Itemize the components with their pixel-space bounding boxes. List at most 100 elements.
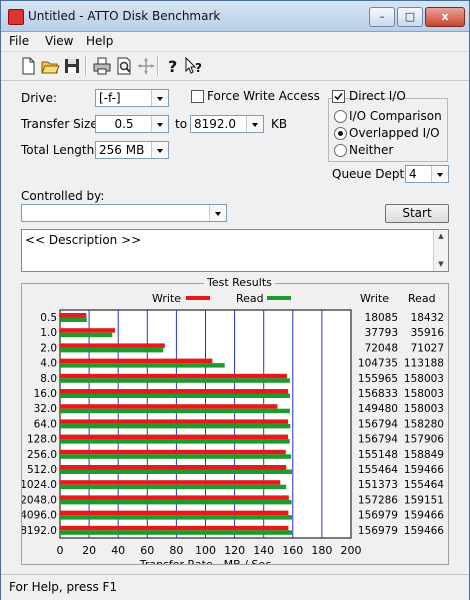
- status-text: For Help, press F1: [9, 580, 118, 594]
- read-bar: [60, 393, 290, 398]
- x-axis-label: Transfer Rate - MB / Sec: [139, 558, 271, 564]
- queue-depth-label: Queue Depth:: [332, 167, 416, 181]
- scroll-down-icon[interactable]: ▼: [434, 260, 448, 268]
- title-bar[interactable]: Untitled - ATTO Disk Benchmark – □ x: [1, 1, 469, 32]
- write-value: 156979: [358, 525, 398, 537]
- legend-read-swatch: [267, 296, 291, 300]
- column-header-read: Read: [408, 292, 436, 305]
- chevron-down-icon[interactable]: [431, 166, 448, 182]
- force-write-label[interactable]: Force Write Access: [207, 89, 320, 103]
- write-value: 155148: [358, 449, 398, 461]
- read-value: 159466: [404, 464, 444, 476]
- start-button[interactable]: Start: [385, 204, 449, 223]
- neither-radio[interactable]: [334, 144, 347, 157]
- direct-io-checkbox[interactable]: [332, 90, 345, 103]
- category-label: 32.0: [34, 403, 57, 415]
- read-value: 158003: [404, 373, 444, 385]
- x-tick-label: 140: [253, 544, 274, 557]
- read-bar: [60, 363, 225, 368]
- window-title: Untitled - ATTO Disk Benchmark: [28, 9, 221, 23]
- print-icon[interactable]: [91, 55, 113, 77]
- read-bar: [60, 499, 292, 505]
- context-help-icon[interactable]: ?: [183, 55, 205, 77]
- controlled-by-select[interactable]: [21, 204, 227, 222]
- move-icon[interactable]: [135, 55, 157, 77]
- write-value: 156794: [358, 418, 398, 430]
- write-bar: [60, 495, 289, 500]
- io-comparison-radio[interactable]: [334, 110, 347, 123]
- read-value: 158003: [404, 388, 444, 400]
- description-text: << Description >>: [25, 233, 142, 247]
- category-label: 8.0: [40, 373, 57, 385]
- category-label: 128.0: [27, 434, 57, 446]
- read-value: 71027: [411, 342, 444, 354]
- read-bar: [60, 408, 290, 414]
- help-icon[interactable]: ?: [161, 55, 183, 77]
- legend-read-label: Read: [236, 292, 264, 305]
- category-label: 4.0: [40, 358, 57, 370]
- write-bar: [60, 525, 289, 531]
- description-box[interactable]: << Description >> ▲ ▼: [21, 229, 449, 272]
- read-bar: [60, 530, 293, 535]
- chevron-down-icon[interactable]: [151, 90, 168, 106]
- force-write-checkbox[interactable]: [191, 90, 204, 103]
- write-value: 72048: [365, 342, 398, 354]
- write-bar: [60, 389, 289, 394]
- write-bar: [60, 449, 286, 455]
- chevron-down-icon[interactable]: [151, 116, 168, 132]
- chevron-down-icon[interactable]: [246, 116, 263, 132]
- category-label: 1024.0: [22, 479, 57, 491]
- write-bar: [60, 343, 165, 348]
- total-length-select[interactable]: 256 MB: [95, 141, 169, 159]
- category-label: 256.0: [27, 449, 57, 461]
- column-header-write: Write: [360, 292, 389, 305]
- x-tick-label: 160: [282, 544, 303, 557]
- toolbar: ? ?: [1, 51, 469, 81]
- write-value: 151373: [358, 479, 398, 491]
- transfer-to-select[interactable]: 8192.0: [190, 115, 264, 133]
- category-label: 1.0: [40, 327, 57, 339]
- transfer-size-label: Transfer Size:: [21, 117, 102, 131]
- menu-file[interactable]: File: [9, 34, 29, 48]
- read-value: 158003: [404, 403, 444, 415]
- menu-help[interactable]: Help: [86, 34, 113, 48]
- close-button[interactable]: x: [425, 7, 465, 27]
- write-bar: [60, 313, 87, 318]
- io-comparison-label[interactable]: I/O Comparison: [349, 109, 442, 123]
- write-bar: [60, 419, 289, 424]
- chevron-down-icon[interactable]: [209, 205, 226, 221]
- read-bar: [60, 317, 87, 322]
- x-tick-label: 120: [224, 544, 245, 557]
- open-icon[interactable]: [39, 55, 61, 77]
- x-tick-label: 20: [82, 544, 96, 557]
- transfer-from-select[interactable]: 0.5: [95, 115, 169, 133]
- chevron-down-icon[interactable]: [151, 142, 168, 158]
- write-value: 18085: [365, 312, 398, 324]
- print-preview-icon[interactable]: [113, 55, 135, 77]
- scroll-up-icon[interactable]: ▲: [434, 232, 448, 240]
- x-tick-label: 60: [140, 544, 154, 557]
- description-scrollbar[interactable]: ▲ ▼: [433, 230, 448, 271]
- drive-select[interactable]: [-f-]: [95, 89, 169, 107]
- read-value: 159466: [404, 510, 444, 522]
- queue-depth-select[interactable]: 4: [405, 165, 449, 183]
- new-icon[interactable]: [17, 55, 39, 77]
- overlapped-io-radio[interactable]: [334, 127, 347, 140]
- category-label: 4096.0: [22, 510, 57, 522]
- neither-label[interactable]: Neither: [349, 143, 393, 157]
- save-icon[interactable]: [61, 55, 83, 77]
- write-value: 149480: [358, 403, 398, 415]
- read-bar: [60, 378, 290, 383]
- category-label: 2048.0: [22, 494, 57, 506]
- overlapped-io-label[interactable]: Overlapped I/O: [349, 126, 440, 140]
- read-value: 113188: [404, 358, 444, 370]
- read-bar: [60, 484, 287, 490]
- minimize-button[interactable]: –: [369, 7, 395, 27]
- direct-io-label[interactable]: Direct I/O: [349, 89, 406, 103]
- write-bar: [60, 480, 281, 485]
- read-value: 155464: [404, 479, 444, 491]
- read-bar: [60, 423, 291, 429]
- menu-view[interactable]: View: [45, 34, 73, 48]
- maximize-button[interactable]: □: [397, 7, 423, 27]
- legend-write-label: Write: [152, 292, 181, 305]
